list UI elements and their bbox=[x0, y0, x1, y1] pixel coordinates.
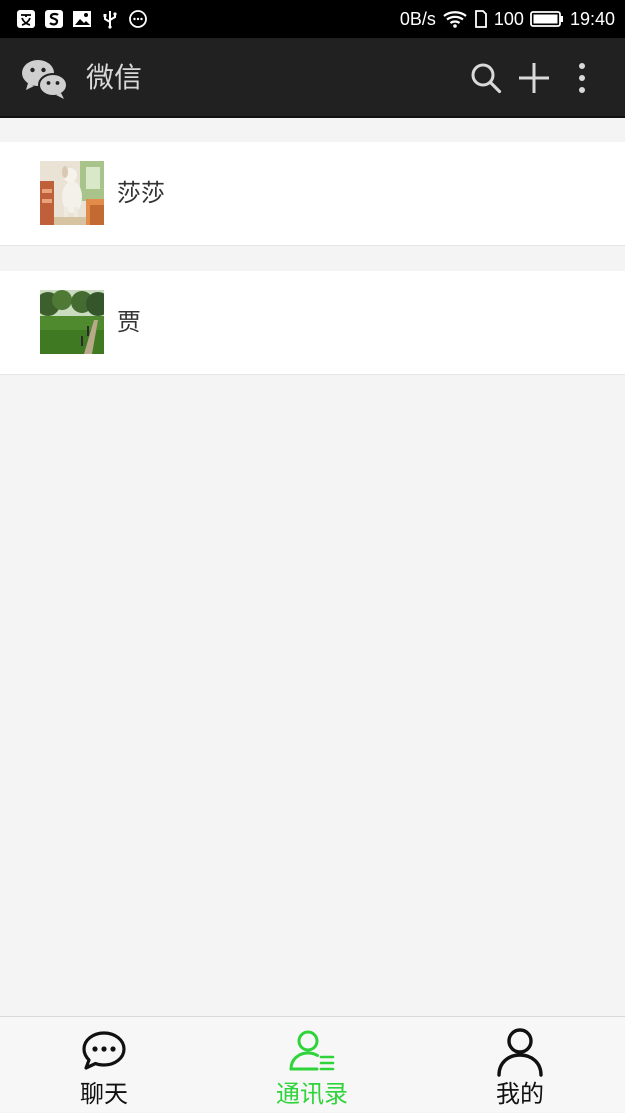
tab-label: 通讯录 bbox=[276, 1080, 348, 1108]
translate-app-icon bbox=[17, 10, 35, 28]
battery-icon bbox=[530, 11, 563, 27]
status-bar-notifications bbox=[16, 9, 148, 29]
usb-icon bbox=[103, 11, 117, 29]
person-icon bbox=[497, 1028, 543, 1077]
add-button[interactable] bbox=[514, 58, 554, 98]
chat-bubble-icon bbox=[82, 1031, 126, 1070]
search-button[interactable] bbox=[466, 58, 506, 98]
contact-item[interactable]: 贾 bbox=[0, 271, 625, 375]
wechat-logo-icon bbox=[22, 60, 68, 99]
image-icon bbox=[73, 11, 91, 27]
tab-chats[interactable]: 聊天 bbox=[24, 1017, 184, 1113]
contacts-icon bbox=[289, 1030, 335, 1071]
status-bar-system: 0B/s 100 19:40 bbox=[400, 9, 615, 30]
plus-icon bbox=[519, 63, 549, 93]
battery-level: 100 bbox=[493, 8, 524, 29]
network-speed: 0B/s bbox=[399, 8, 436, 29]
contact-avatar-photo bbox=[40, 161, 104, 225]
contact-avatar-photo bbox=[40, 290, 104, 354]
sogou-app-icon bbox=[45, 10, 63, 28]
sim-card-icon bbox=[475, 10, 487, 28]
avatar bbox=[40, 290, 104, 354]
tab-label: 我的 bbox=[496, 1080, 544, 1108]
app-bar: 微信 bbox=[0, 38, 625, 118]
wifi-icon bbox=[443, 11, 467, 28]
status-bar: 0B/s 100 19:40 bbox=[0, 0, 625, 38]
contact-name: 莎莎 bbox=[117, 179, 165, 207]
more-notifications-icon bbox=[129, 10, 147, 28]
avatar bbox=[40, 161, 104, 225]
clock: 19:40 bbox=[569, 8, 615, 29]
contact-item[interactable]: 莎莎 bbox=[0, 142, 625, 246]
tab-contacts[interactable]: 通讯录 bbox=[232, 1017, 392, 1113]
search-icon bbox=[471, 63, 502, 94]
more-menu-button[interactable] bbox=[562, 58, 602, 98]
bottom-tab-bar: 聊天 通讯录 我的 bbox=[0, 1016, 625, 1112]
tab-label: 聊天 bbox=[80, 1080, 128, 1108]
app-title: 微信 bbox=[86, 61, 143, 94]
tab-me[interactable]: 我的 bbox=[440, 1017, 600, 1113]
more-vertical-icon bbox=[579, 63, 585, 93]
contact-name: 贾 bbox=[117, 308, 141, 336]
